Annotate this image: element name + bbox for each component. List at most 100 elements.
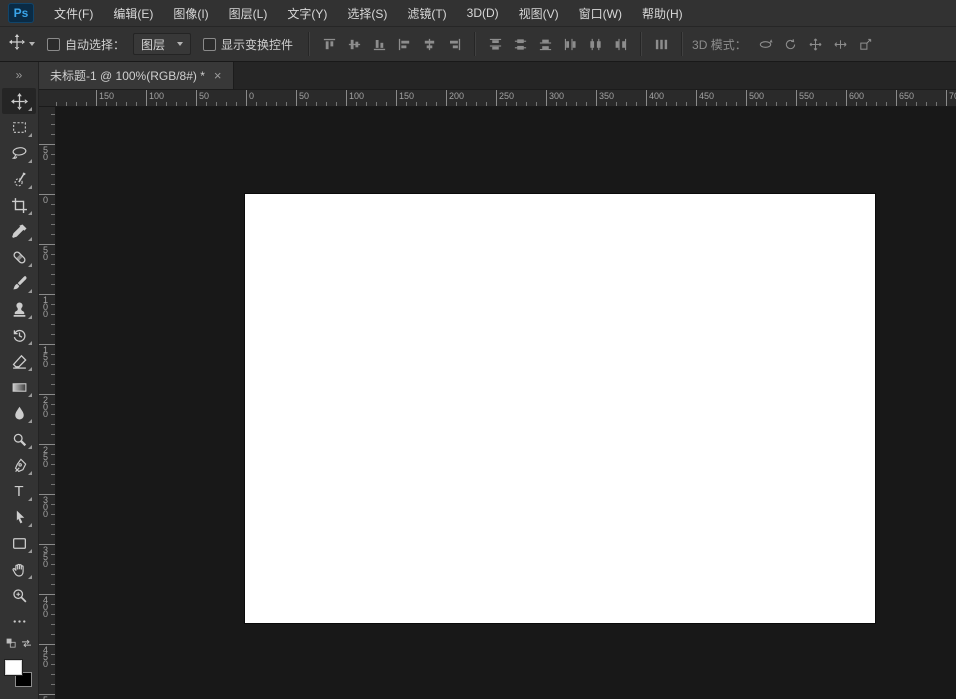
vertical-ruler[interactable]: 5 005 01 0 01 5 02 0 02 5 03 0 03 5 04 0…	[39, 107, 56, 699]
ruler-tick	[56, 102, 57, 106]
show-transform-checkbox[interactable]	[203, 38, 216, 51]
horizontal-ruler[interactable]: 1501005005010015020025030035040045050055…	[39, 90, 956, 107]
ruler-tick	[576, 102, 577, 106]
distribute-icon-group	[483, 33, 633, 55]
ruler-label: 200	[449, 91, 464, 101]
path-selection-tool[interactable]	[2, 504, 36, 530]
pen-tool[interactable]	[2, 452, 36, 478]
menu-item-1[interactable]: 文件(F)	[44, 0, 103, 26]
ruler-tick	[466, 102, 467, 106]
mode-3d-label: 3D 模式：	[692, 36, 747, 53]
photoshop-logo: Ps	[8, 3, 34, 23]
ruler-tick	[51, 134, 55, 135]
default-colors-icon[interactable]	[5, 637, 18, 655]
align-vertical-center-button[interactable]	[342, 33, 367, 55]
move-tool[interactable]	[2, 88, 36, 114]
ruler-tick	[51, 334, 55, 335]
3d-drag-button[interactable]	[803, 33, 828, 55]
marquee-tool[interactable]	[2, 114, 36, 140]
chevron-down-icon	[177, 42, 183, 46]
gradient-icon	[11, 379, 28, 396]
distribute-top-button[interactable]	[483, 33, 508, 55]
eraser-tool[interactable]	[2, 348, 36, 374]
ruler-tick	[456, 102, 457, 106]
dodge-tool[interactable]	[2, 426, 36, 452]
close-tab-icon[interactable]: ×	[214, 69, 222, 82]
3d-roll-button[interactable]	[778, 33, 803, 55]
ruler-tick	[636, 102, 637, 106]
menu-item-7[interactable]: 滤镜(T)	[397, 0, 456, 26]
document-tab[interactable]: 未标题-1 @ 100%(RGB/8#) * ×	[39, 62, 234, 89]
swap-colors-icon[interactable]	[20, 637, 33, 655]
distribute-bottom-button[interactable]	[533, 33, 558, 55]
clone-stamp-tool[interactable]	[2, 296, 36, 322]
tool-preset-picker[interactable]	[9, 34, 35, 55]
gradient-tool[interactable]	[2, 374, 36, 400]
distribute-spacing-button[interactable]	[649, 33, 674, 55]
canvas-area[interactable]	[56, 107, 956, 699]
type-tool[interactable]: T	[2, 478, 36, 504]
healing-brush-tool[interactable]	[2, 244, 36, 270]
menu-item-4[interactable]: 图层(L)	[219, 0, 278, 26]
ruler-tick	[366, 102, 367, 106]
hand-tool[interactable]	[2, 556, 36, 582]
ruler-tick	[226, 102, 227, 106]
menu-items: 文件(F)编辑(E)图像(I)图层(L)文字(Y)选择(S)滤镜(T)3D(D)…	[44, 0, 693, 26]
3d-rotate-button[interactable]	[753, 33, 778, 55]
ruler-tick	[536, 102, 537, 106]
3d-drag-icon	[808, 37, 823, 52]
blur-tool[interactable]	[2, 400, 36, 426]
align-left-button[interactable]	[392, 33, 417, 55]
collapse-toolbar-button[interactable]: »	[0, 62, 38, 88]
brush-tool[interactable]	[2, 270, 36, 296]
menu-item-9[interactable]: 视图(V)	[509, 0, 569, 26]
ruler-tick	[326, 102, 327, 106]
align-right-button[interactable]	[442, 33, 467, 55]
auto-select-checkbox[interactable]	[47, 38, 60, 51]
menu-item-8[interactable]: 3D(D)	[457, 0, 509, 26]
ruler-tick	[51, 624, 55, 625]
lasso-icon	[11, 145, 28, 162]
distribute-vertical-center-icon	[513, 37, 528, 52]
menu-item-10[interactable]: 窗口(W)	[569, 0, 632, 26]
align-bottom-button[interactable]	[367, 33, 392, 55]
options-bar: 自动选择： 图层 显示变换控件 3D 模式：	[0, 27, 956, 62]
crop-tool[interactable]	[2, 192, 36, 218]
tool-bottom-cluster	[3, 637, 35, 699]
ruler-tick	[51, 284, 55, 285]
zoom-tool[interactable]	[2, 582, 36, 608]
ruler-tick	[616, 102, 617, 106]
distribute-vertical-center-button[interactable]	[508, 33, 533, 55]
history-brush-tool[interactable]	[2, 322, 36, 348]
canvas-document[interactable]	[245, 194, 875, 623]
eyedropper-tool[interactable]	[2, 218, 36, 244]
menu-item-11[interactable]: 帮助(H)	[632, 0, 693, 26]
menu-item-3[interactable]: 图像(I)	[163, 0, 218, 26]
ruler-tick	[86, 102, 87, 106]
menu-item-6[interactable]: 选择(S)	[337, 0, 397, 26]
lasso-tool[interactable]	[2, 140, 36, 166]
distribute-spacing-icon	[654, 37, 669, 52]
ruler-tick	[766, 102, 767, 106]
ruler-tick	[51, 264, 55, 265]
align-horizontal-center-button[interactable]	[417, 33, 442, 55]
shape-tool[interactable]	[2, 530, 36, 556]
zoom-icon	[11, 587, 28, 604]
menu-item-2[interactable]: 编辑(E)	[103, 0, 163, 26]
ruler-tick	[316, 102, 317, 106]
auto-select-target-dropdown[interactable]: 图层	[133, 33, 191, 55]
3d-scale-button[interactable]	[853, 33, 878, 55]
3d-slide-button[interactable]	[828, 33, 853, 55]
align-top-button[interactable]	[317, 33, 342, 55]
distribute-right-button[interactable]	[608, 33, 633, 55]
align-vertical-center-icon	[347, 37, 362, 52]
distribute-left-button[interactable]	[558, 33, 583, 55]
edit-toolbar[interactable]	[2, 608, 36, 634]
distribute-horizontal-center-button[interactable]	[583, 33, 608, 55]
spacing-icon-group	[649, 33, 674, 55]
quick-selection-tool[interactable]	[2, 166, 36, 192]
menu-item-5[interactable]: 文字(Y)	[277, 0, 337, 26]
ruler-label: 500	[749, 91, 764, 101]
ruler-tick	[66, 102, 67, 106]
foreground-color-swatch[interactable]	[5, 660, 22, 675]
